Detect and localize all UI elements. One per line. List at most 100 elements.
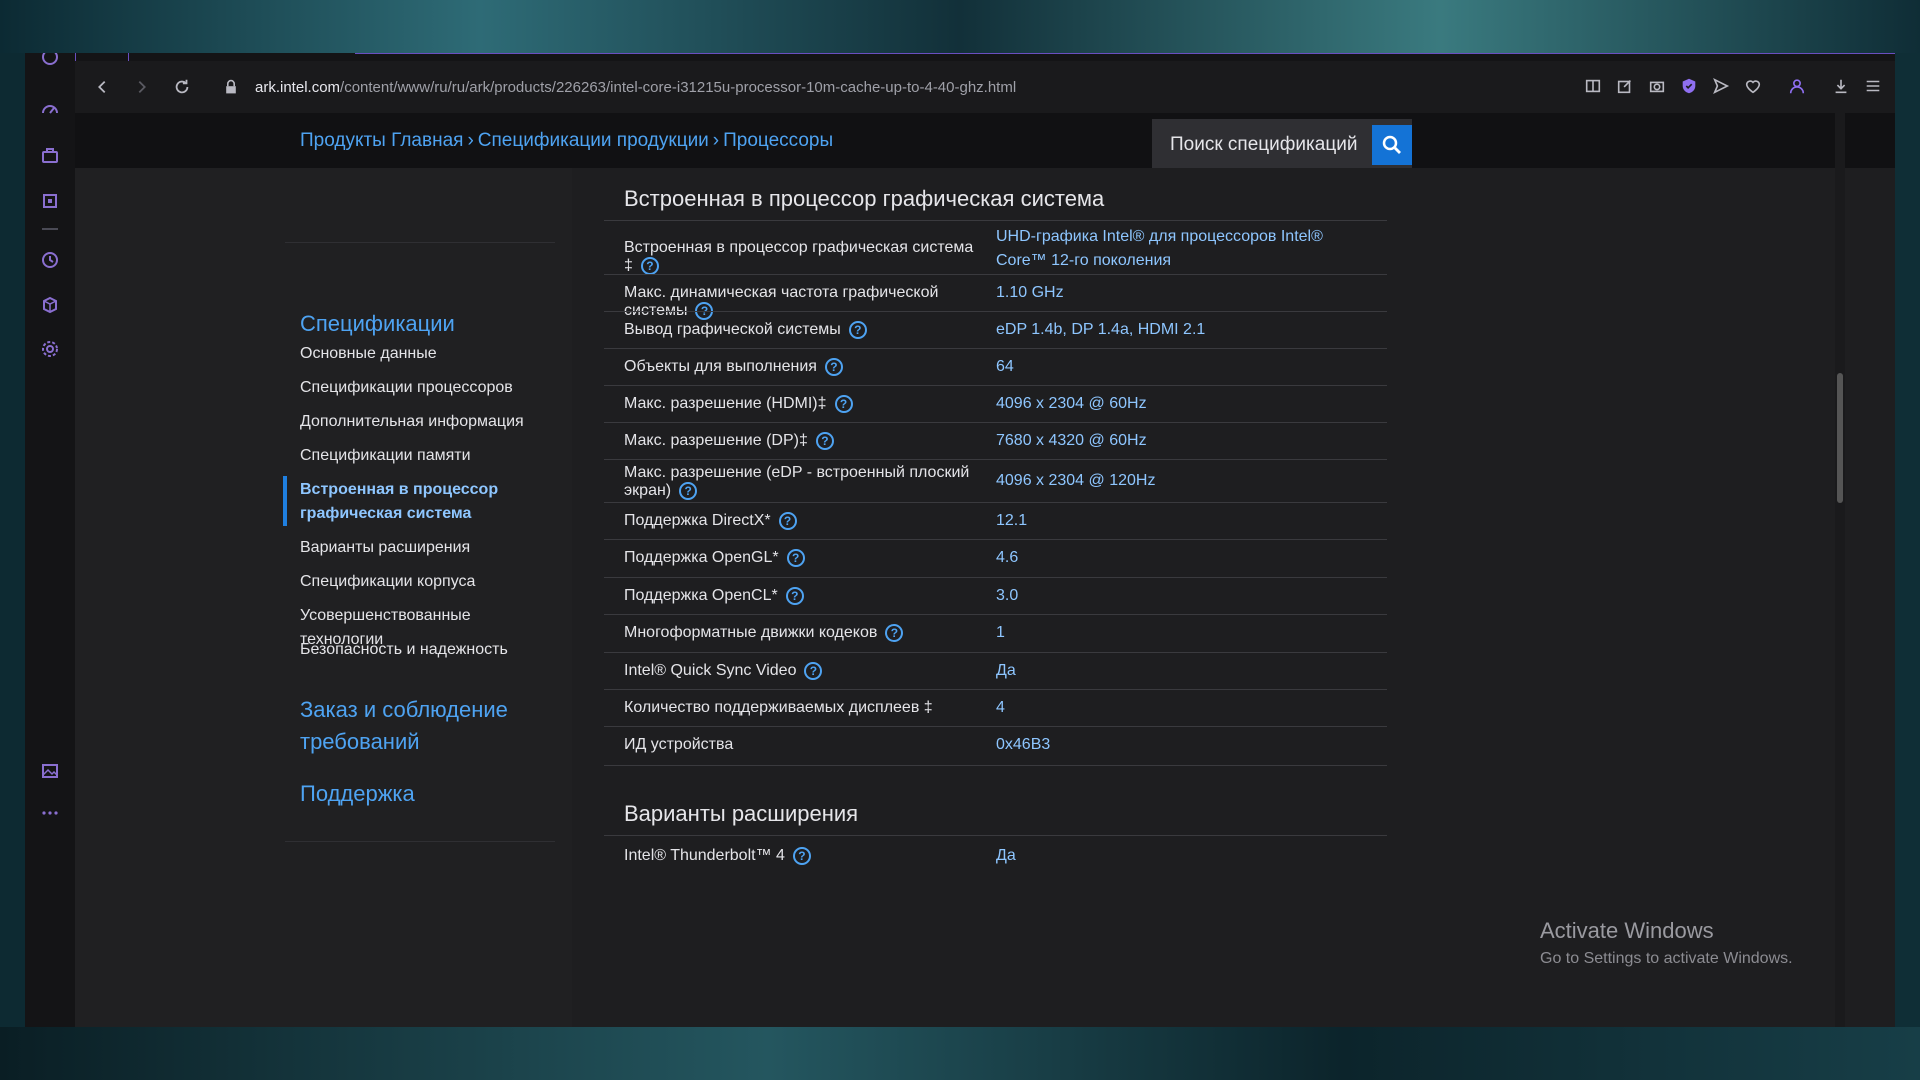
breadcrumb-item-processors[interactable]: Процессоры: [723, 130, 833, 151]
breadcrumb-separator: ›: [712, 130, 720, 151]
help-icon[interactable]: ?: [824, 358, 843, 376]
back-button[interactable]: [89, 74, 115, 100]
help-icon[interactable]: ?: [834, 395, 853, 413]
spec-value: Да: [996, 662, 1016, 679]
wallpaper: [1895, 53, 1920, 1027]
download-icon[interactable]: [1829, 73, 1853, 99]
scrollbar-thumb[interactable]: [1837, 373, 1843, 503]
address-toolbar: ark.intel.com/content/www/ru/ru/ark/prod…: [75, 61, 1895, 113]
chip-icon[interactable]: [38, 189, 62, 213]
nav-heading-ordering[interactable]: Заказ и соблюдение требований: [300, 694, 540, 758]
speed-dial-icon[interactable]: [38, 97, 62, 121]
spec-value: 4.6: [996, 549, 1019, 566]
spec-label: Поддержка OpenGL*?: [624, 549, 979, 567]
active-indicator: [283, 476, 287, 526]
page-margin: [1415, 168, 1895, 1027]
spec-value: 4096 x 2304 @ 60Hz: [996, 395, 1147, 412]
lock-icon[interactable]: [223, 78, 241, 96]
address-bar[interactable]: ark.intel.com/content/www/ru/ru/ark/prod…: [255, 79, 1016, 96]
table-row: Количество поддерживаемых дисплеев ‡ 4: [604, 689, 1387, 727]
nav-heading-support[interactable]: Поддержка: [300, 778, 540, 810]
activation-watermark-title: Activate Windows: [1540, 918, 1714, 943]
page-scrollbar[interactable]: [1835, 113, 1845, 1027]
help-icon[interactable]: ?: [848, 321, 867, 339]
url-path: /content/www/ru/ru/ark/products/226263/i…: [340, 78, 1017, 96]
cube-icon[interactable]: [38, 293, 62, 317]
gallery-icon[interactable]: [38, 759, 62, 783]
menu-icon[interactable]: [1861, 73, 1885, 99]
nav-heading-specs[interactable]: Спецификации: [300, 308, 540, 340]
activation-watermark-subtitle: Go to Settings to activate Windows.: [1540, 950, 1793, 967]
nav-item-expansion[interactable]: Варианты расширения: [300, 536, 550, 560]
help-icon[interactable]: ?: [679, 482, 698, 500]
browser-logo-icon[interactable]: [38, 53, 62, 69]
help-icon[interactable]: ?: [815, 432, 834, 450]
spec-navigation: Спецификации Основные данные Спецификаци…: [75, 168, 572, 1027]
nav-item-cpu-specs[interactable]: Спецификации процессоров: [300, 376, 550, 400]
wallpaper: [0, 0, 1920, 53]
help-icon[interactable]: ?: [785, 587, 804, 605]
spec-label: Макс. разрешение (DP)‡?: [624, 432, 979, 450]
section-title-expansion: Варианты расширения: [624, 801, 859, 826]
more-dots-icon[interactable]: [38, 801, 62, 825]
tab[interactable]: [75, 53, 129, 61]
spec-label: Макс. разрешение (HDMI)‡?: [624, 395, 979, 413]
shield-icon[interactable]: [1677, 73, 1701, 99]
spec-value: 0x46B3: [996, 736, 1051, 753]
table-row: Макс. разрешение (DP)‡? 7680 x 4320 @ 60…: [604, 422, 1387, 460]
history-clock-icon[interactable]: [38, 248, 62, 272]
browser-sidebar: [25, 53, 76, 1027]
sidebar-divider: [42, 228, 58, 230]
forward-button[interactable]: [129, 74, 155, 100]
nav-item-security[interactable]: Безопасность и надежность: [300, 638, 550, 662]
help-icon[interactable]: ?: [778, 512, 797, 530]
table-row: Intel® Thunderbolt™ 4? Да: [604, 835, 1387, 876]
divider: [285, 841, 555, 842]
table-row: ИД устройства 0x46B3: [604, 726, 1387, 766]
heart-icon[interactable]: [1741, 73, 1765, 99]
shopping-bag-icon[interactable]: [38, 143, 62, 167]
send-icon[interactable]: [1709, 73, 1733, 99]
spec-value: 3.0: [996, 587, 1019, 604]
table-row: Макс. динамическая частота графической с…: [604, 274, 1387, 320]
help-icon[interactable]: ?: [792, 847, 811, 865]
search-button[interactable]: [1372, 125, 1412, 165]
help-icon[interactable]: ?: [786, 549, 805, 567]
help-icon[interactable]: ?: [885, 624, 904, 642]
spec-label: Макс. разрешение (eDP - встроенный плоск…: [624, 464, 970, 500]
search-box: [1152, 119, 1412, 171]
edit-icon[interactable]: [1613, 73, 1637, 99]
spec-label: Intel® Quick Sync Video?: [624, 662, 979, 680]
breadcrumb-item-specs[interactable]: Спецификации продукции: [478, 130, 709, 151]
settings-gear-icon[interactable]: [38, 337, 62, 361]
profile-icon[interactable]: [1785, 73, 1809, 99]
help-icon[interactable]: ?: [640, 257, 659, 275]
table-row: Макс. разрешение (HDMI)‡? 4096 x 2304 @ …: [604, 385, 1387, 423]
spec-value: 4096 x 2304 @ 120Hz: [996, 472, 1156, 489]
spec-value: Да: [996, 847, 1016, 864]
spec-content: Встроенная в процессор графическая систе…: [572, 168, 1415, 1027]
spec-label: Встроенная в процессор графическая систе…: [624, 239, 974, 275]
spec-value: 1.10 GHz: [996, 284, 1064, 301]
table-row: Многоформатные движки кодеков? 1: [604, 614, 1387, 653]
nav-item-additional[interactable]: Дополнительная информация: [300, 410, 550, 434]
reload-button[interactable]: [169, 74, 195, 100]
spec-value[interactable]: UHD-графика Intel® для процессоров Intel…: [996, 225, 1376, 273]
search-icon: [1382, 135, 1401, 154]
camera-icon[interactable]: [1645, 73, 1669, 99]
table-row: Вывод графической системы? eDP 1.4b, DP …: [604, 311, 1387, 349]
breadcrumb-item-home[interactable]: Продукты Главная: [300, 130, 463, 151]
site-header: Продукты Главная › Спецификации продукции ›…: [75, 113, 1895, 171]
help-icon[interactable]: ?: [804, 662, 823, 680]
reader-view-icon[interactable]: [1581, 73, 1605, 99]
nav-item-basic[interactable]: Основные данные: [300, 342, 550, 366]
nav-item-graphics[interactable]: Встроенная в процессор графическая систе…: [300, 478, 550, 526]
spec-value: eDP 1.4b, DP 1.4a, HDMI 2.1: [996, 321, 1206, 338]
breadcrumb: Продукты Главная › Спецификации продукции ›…: [300, 130, 833, 152]
table-row: Поддержка OpenGL*? 4.6: [604, 539, 1387, 578]
search-input[interactable]: [1152, 124, 1382, 166]
spec-value: 4: [996, 699, 1005, 716]
nav-item-package[interactable]: Спецификации корпуса: [300, 570, 550, 594]
toolbar-actions: [1581, 73, 1885, 99]
nav-item-memory[interactable]: Спецификации памяти: [300, 444, 550, 468]
